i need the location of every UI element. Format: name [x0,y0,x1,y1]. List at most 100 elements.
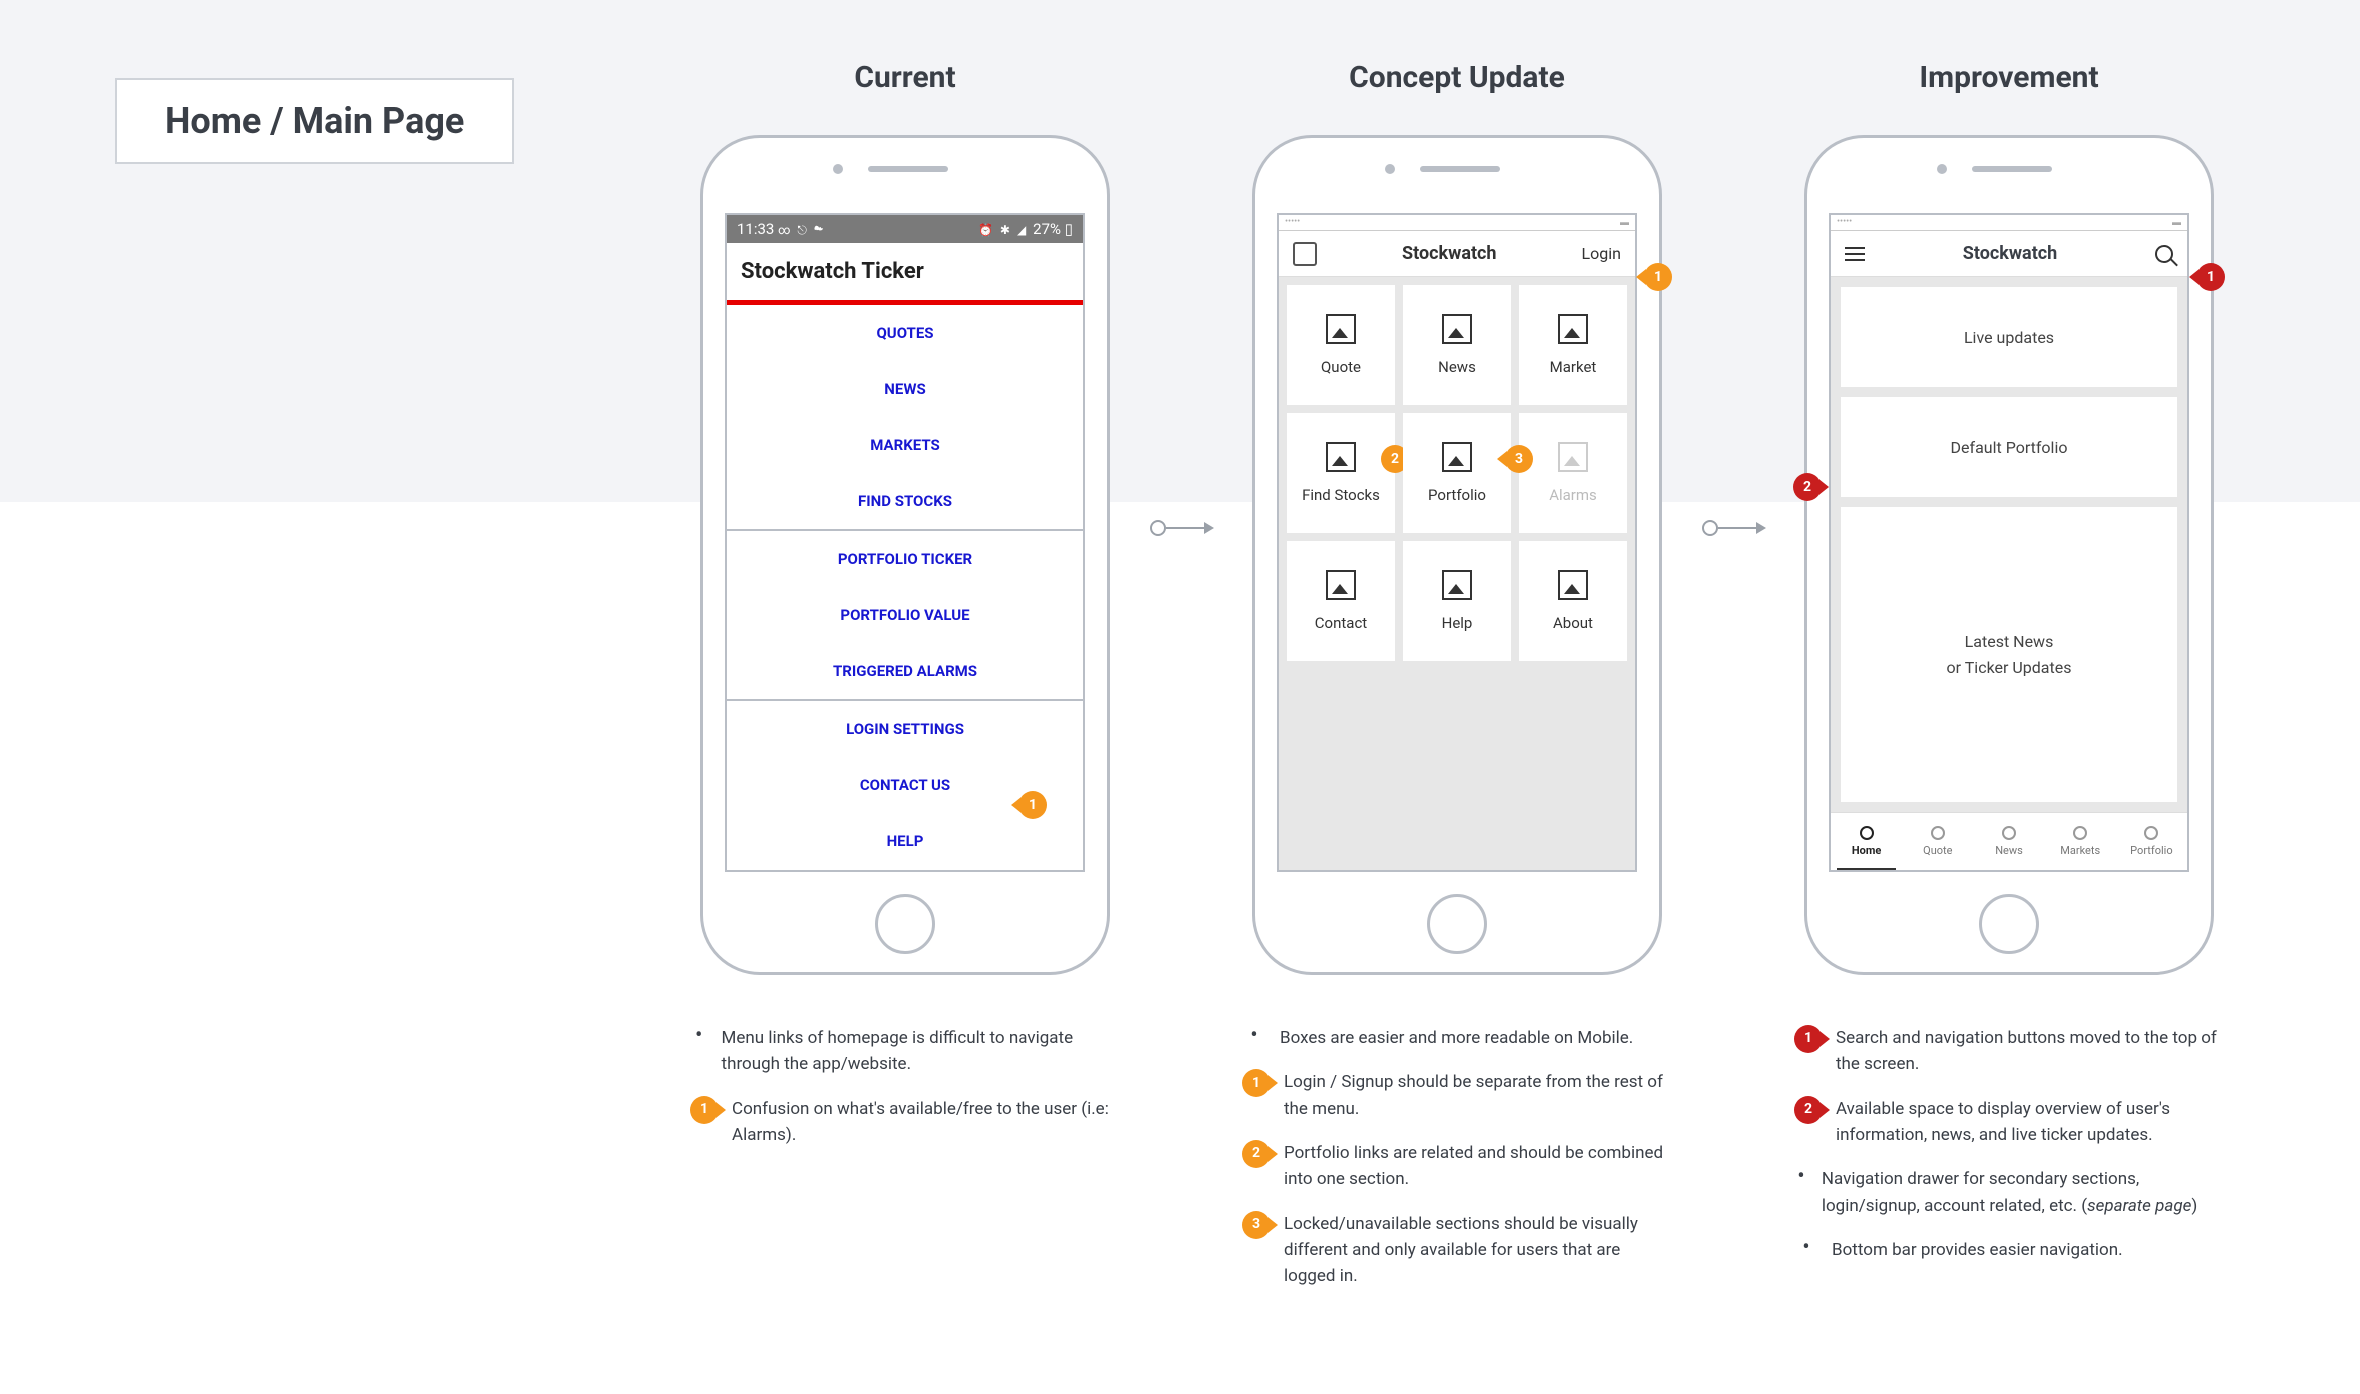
tab-label: Home [1852,844,1881,857]
header-improvement: Stockwatch [1831,231,2187,277]
image-icon [1442,442,1472,472]
badge-concept-alarms: 3 [1505,445,1533,473]
image-icon [1442,314,1472,344]
note-badge: 2 [1242,1140,1270,1168]
note-row: 2Available space to display overview of … [1794,1096,2224,1149]
menu-item[interactable]: QUOTES [727,305,1083,361]
card-help[interactable]: Help [1403,541,1511,661]
note-text: Confusion on what's available/free to th… [732,1096,1120,1149]
screen-concept: •••••▬ Stockwatch Login Quote News Market F… [1277,213,1637,872]
col-current: Current 11:33 ∞ ⎋ ☁ ⏰ ✱ ◢ 27% ▯ Stockwat… [690,60,1120,1166]
note-text: Search and navigation buttons moved to t… [1836,1025,2224,1078]
image-icon [1558,442,1588,472]
phone-concept: •••••▬ Stockwatch Login Quote News Market F… [1252,135,1662,975]
image-icon [1558,314,1588,344]
tab-quote[interactable]: Quote [1902,813,1973,870]
card-default-portfolio[interactable]: Default Portfolio [1841,397,2177,497]
tab-home[interactable]: Home [1831,813,1902,870]
card-live-updates[interactable]: Live updates [1841,287,2177,387]
note-row: 3Locked/unavailable sections should be v… [1242,1211,1672,1290]
image-icon [1326,314,1356,344]
app-title-concept: Stockwatch [1402,243,1497,264]
bullet-icon: • [1242,1025,1266,1047]
status-time: 11:33 [737,220,774,238]
menu-icon[interactable] [1293,242,1317,266]
menu-item[interactable]: LOGIN SETTINGS [727,701,1083,757]
menu-item[interactable]: TRIGGERED ALARMS [727,643,1083,699]
badge-improvement-side: 2 [1793,473,1821,501]
card-contact[interactable]: Contact [1287,541,1395,661]
tab-news[interactable]: News [1973,813,2044,870]
card-latest-news[interactable]: Latest News or Ticker Updates [1841,507,2177,802]
note-text: Menu links of homepage is difficult to n… [722,1025,1120,1078]
note-text: Portfolio links are related and should b… [1284,1140,1672,1193]
badge-current-1: 1 [1019,791,1047,819]
wireframe-status-bar: •••••▬ [1831,215,2187,231]
note-text: Available space to display overview of u… [1836,1096,2224,1149]
home-button[interactable] [1427,894,1487,954]
tab-portfolio[interactable]: Portfolio [2116,813,2187,870]
note-badge: 1 [690,1096,718,1124]
card-label: Contact [1315,614,1367,632]
card3-line1: Latest News [1965,629,2054,655]
card3-line2: or Ticker Updates [1947,655,2072,681]
android-status-bar: 11:33 ∞ ⎋ ☁ ⏰ ✱ ◢ 27% ▯ [727,215,1083,243]
col-concept: Concept Update •••••▬ Stockwatch Login Q… [1242,60,1672,1308]
home-button[interactable] [875,894,935,954]
notes-improvement: 1Search and navigation buttons moved to … [1794,1025,2224,1281]
menu-item[interactable]: MARKETS [727,417,1083,473]
menu-item[interactable]: PORTFOLIO VALUE [727,587,1083,643]
badge-improvement-search: 1 [2197,263,2225,291]
col-title-current: Current [854,60,955,95]
menu-item[interactable]: NEWS [727,361,1083,417]
wireframe-status-bar: •••••▬ [1279,215,1635,231]
card-label: Quote [1321,358,1361,376]
card-market[interactable]: Market [1519,285,1627,405]
menu-item[interactable]: HELP [727,813,1083,869]
note-row: •Menu links of homepage is difficult to … [690,1025,1120,1078]
tab-markets[interactable]: Markets [2045,813,2116,870]
image-icon [1442,570,1472,600]
phone-current: 11:33 ∞ ⎋ ☁ ⏰ ✱ ◢ 27% ▯ Stockwatch Ticke… [700,135,1110,975]
menu-item[interactable]: FIND STOCKS [727,473,1083,529]
card-grid-concept: Quote News Market Find Stocks2Portfolio Alar… [1279,277,1635,870]
hamburger-icon[interactable] [1845,247,1865,261]
menu-item[interactable]: PORTFOLIO TICKER [727,531,1083,587]
note-text: Login / Signup should be separate from t… [1284,1069,1672,1122]
card-about[interactable]: About [1519,541,1627,661]
badge-concept-login: 1 [1644,263,1672,291]
arrow-1 [1150,520,1212,536]
card-label: Market [1550,358,1597,376]
card-portfolio[interactable]: Portfolio [1403,413,1511,533]
note-row: 1 Confusion on what's available/free to t… [690,1096,1120,1149]
col-title-improvement: Improvement [1919,60,2098,95]
card-news[interactable]: News [1403,285,1511,405]
bottom-tabs: Home QuoteNewsMarkets Portfolio [1831,812,2187,870]
tab-label: Portfolio [2130,844,2172,857]
card-label: Help [1442,614,1473,632]
tab-dot-icon [2002,826,2016,840]
note-text: Navigation drawer for secondary sections… [1822,1166,2224,1219]
bullet-icon: • [1794,1237,1818,1259]
card-label: Alarms [1549,486,1597,504]
screen-current: 11:33 ∞ ⎋ ☁ ⏰ ✱ ◢ 27% ▯ Stockwatch Ticke… [725,213,1085,872]
notes-concept: • Boxes are easier and more readable on M… [1242,1025,1672,1308]
app-title-improvement: Stockwatch [1963,243,2058,264]
header-concept: Stockwatch Login [1279,231,1635,277]
app-title-current: Stockwatch Ticker [727,243,1083,300]
tab-dot-icon [2144,826,2158,840]
image-icon [1326,570,1356,600]
home-button[interactable] [1979,894,2039,954]
status-icons-right: ⏰ ✱ ◢ [978,223,1033,237]
card-find-stocks[interactable]: Find Stocks2 [1287,413,1395,533]
col-title-concept: Concept Update [1349,60,1565,95]
notes-current: •Menu links of homepage is difficult to … [690,1025,1120,1166]
login-link[interactable]: Login [1582,244,1621,263]
status-icons-left: ∞ ⎋ ☁ [778,223,825,237]
note-row: 2 Portfolio links are related and should … [1242,1140,1672,1193]
tab-dot-icon [1931,826,1945,840]
card-quote[interactable]: Quote [1287,285,1395,405]
screen-improvement: •••••▬ Stockwatch Live updates Default P… [1829,213,2189,872]
search-icon[interactable] [2155,245,2173,263]
note-text: Boxes are easier and more readable on Mo… [1280,1025,1633,1051]
